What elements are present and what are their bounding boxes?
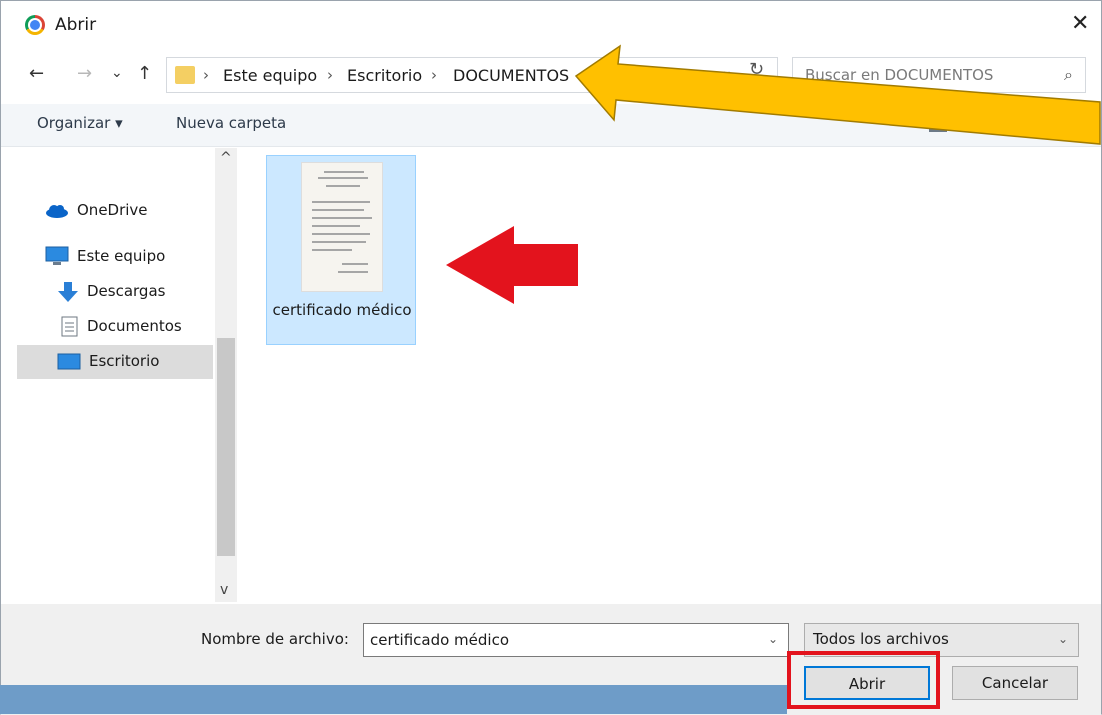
file-name: certificado médico: [272, 301, 412, 319]
filename-input[interactable]: certificado médico: [370, 631, 509, 649]
breadcrumb-separator: ›: [327, 66, 333, 84]
computer-icon: [45, 246, 69, 265]
breadcrumb-este-equipo[interactable]: Este equipo: [223, 66, 317, 85]
organize-menu[interactable]: Organizar ▾: [37, 114, 123, 132]
scrollbar-thumb[interactable]: [217, 338, 235, 556]
forward-button[interactable]: →: [77, 63, 92, 84]
filename-label: Nombre de archivo:: [201, 630, 349, 648]
sidebar-item-label: Descargas: [87, 282, 166, 300]
sidebar-item-este-equipo[interactable]: Este equipo: [17, 240, 213, 274]
sidebar-item-escritorio[interactable]: Escritorio: [17, 345, 213, 379]
up-button[interactable]: ↑: [137, 63, 152, 84]
breadcrumb-escritorio[interactable]: Escritorio: [347, 66, 422, 85]
sidebar-item-label: Este equipo: [77, 247, 166, 265]
sidebar-item-onedrive[interactable]: OneDrive: [17, 194, 213, 228]
document-icon: [61, 316, 78, 337]
close-icon[interactable]: ✕: [1071, 11, 1089, 36]
download-icon: [58, 282, 78, 302]
background-taskbar-strip: [0, 685, 787, 714]
chrome-icon: [25, 15, 45, 35]
scroll-up-icon[interactable]: ^: [220, 150, 232, 166]
recent-locations-button[interactable]: ⌄: [111, 65, 123, 81]
sidebar-item-label: Escritorio: [89, 352, 160, 370]
chevron-down-icon[interactable]: ⌄: [1058, 632, 1068, 646]
sidebar-item-label: Documentos: [87, 317, 182, 335]
breadcrumb-documentos[interactable]: DOCUMENTOS: [453, 66, 569, 85]
desktop-icon: [57, 353, 81, 370]
scroll-down-icon[interactable]: v: [220, 582, 228, 598]
yellow-arrow-annotation: [574, 44, 1101, 145]
file-type-value: Todos los archivos: [813, 630, 949, 648]
navigation-pane: OneDrive Este equipo Descargas Documento…: [17, 148, 239, 602]
new-folder-button[interactable]: Nueva carpeta: [176, 114, 286, 132]
window-title: Abrir: [55, 15, 97, 35]
filename-field[interactable]: certificado médico ⌄: [363, 623, 789, 657]
open-button[interactable]: Abrir: [804, 666, 930, 700]
cancel-button[interactable]: Cancelar: [952, 666, 1078, 700]
cloud-icon: [46, 205, 68, 218]
file-item[interactable]: certificado médico: [266, 155, 416, 345]
back-button[interactable]: ←: [29, 63, 44, 84]
file-type-select[interactable]: Todos los archivos ⌄: [804, 623, 1079, 657]
breadcrumb-separator: ›: [431, 66, 437, 84]
file-list: certificado médico: [241, 148, 1101, 602]
sidebar-item-descargas[interactable]: Descargas: [17, 275, 213, 309]
document-thumbnail: [301, 162, 383, 292]
sidebar-item-documentos[interactable]: Documentos: [17, 310, 213, 344]
folder-icon: [175, 66, 195, 84]
chevron-down-icon[interactable]: ⌄: [768, 632, 778, 646]
navigation-scrollbar[interactable]: ^ v: [215, 148, 237, 602]
sidebar-item-label: OneDrive: [77, 201, 148, 219]
breadcrumb-separator: ›: [203, 66, 209, 84]
red-arrow-annotation: [446, 226, 578, 304]
